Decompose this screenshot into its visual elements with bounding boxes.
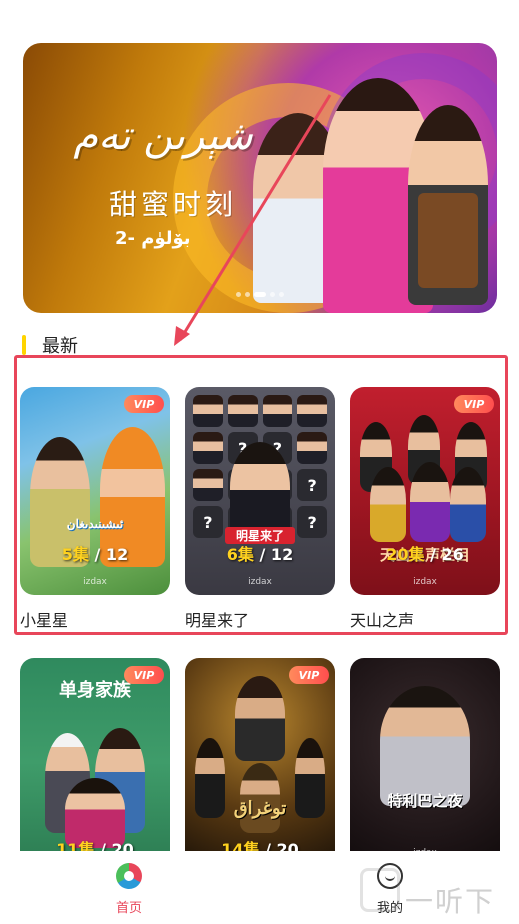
watermark-logo-icon (360, 868, 400, 912)
nav-home[interactable]: 首页 (89, 863, 169, 916)
carousel-dot[interactable] (245, 292, 250, 297)
annotation-highlight-box (14, 355, 508, 635)
vip-badge: VIP (289, 666, 329, 684)
show-thumbnail[interactable]: 特利巴之夜 izdax (350, 658, 500, 866)
thumbnail-person (235, 676, 285, 761)
watermark-text: 一听下载 (405, 885, 496, 918)
banner-person-apron (418, 193, 478, 288)
banner-uyghur-title: شېرىن تەم (73, 113, 253, 159)
hero-banner[interactable]: شېرىن تەم 甜蜜时刻 2- بۆلۈم (23, 43, 497, 313)
show-thumbnail[interactable]: 单身家族 VIP 11集 / 20 (20, 658, 170, 866)
carousel-dots[interactable] (23, 292, 497, 297)
thumbnail-person (380, 686, 470, 806)
show-thumbnail[interactable]: توغراق VIP 14集 / 20 (185, 658, 335, 866)
banner-episode: 2- بۆلۈم (115, 228, 191, 249)
arrow-head (174, 326, 190, 346)
vip-badge: VIP (124, 666, 164, 684)
carousel-dot[interactable] (279, 292, 284, 297)
section-accent-bar (22, 335, 26, 355)
carousel-dot[interactable] (236, 292, 241, 297)
section-header-latest: 最新 (22, 333, 78, 357)
carousel-dot-active[interactable] (254, 292, 266, 297)
show-card[interactable]: توغراق VIP 14集 / 20 (185, 658, 335, 866)
thumbnail-overlay-text: 特利巴之夜 (387, 792, 463, 810)
show-card[interactable]: 特利巴之夜 izdax (350, 658, 500, 866)
nav-home-label[interactable]: 首页 (89, 897, 169, 916)
banner-title: 甜蜜时刻 (109, 188, 238, 221)
home-icon[interactable] (116, 863, 142, 889)
thumbnail-overlay-text: توغراق (233, 798, 287, 819)
show-card[interactable]: 单身家族 VIP 11集 / 20 (20, 658, 170, 866)
carousel-dot[interactable] (270, 292, 275, 297)
